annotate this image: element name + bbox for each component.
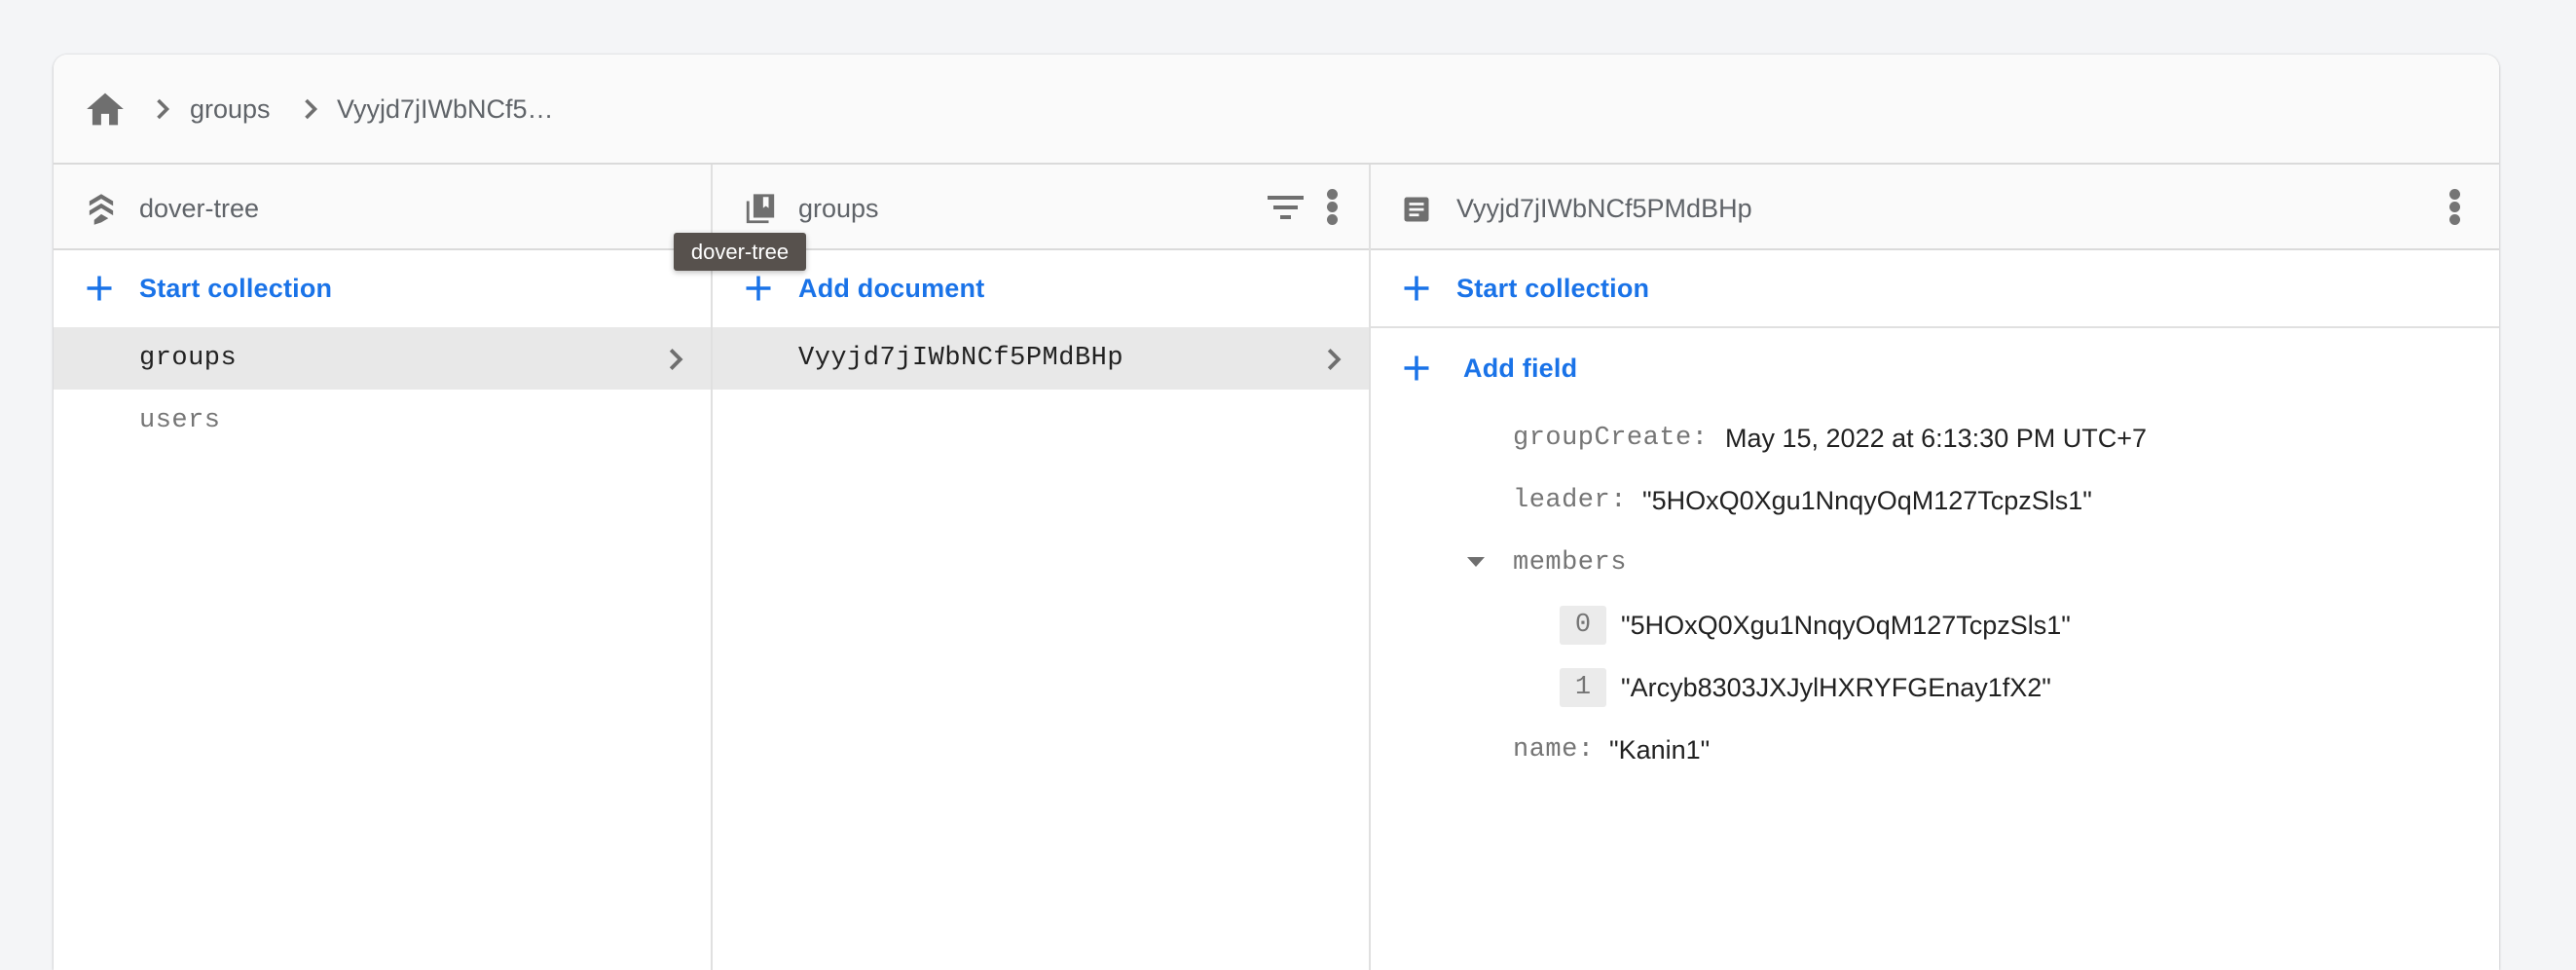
field-name[interactable]: name: "Kanin1" — [1371, 719, 2499, 781]
document-column: Vyyjd7jIWbNCf5PMdBHp Start collection Ad… — [1371, 165, 2499, 970]
collection-item-groups[interactable]: groups — [54, 327, 711, 390]
home-icon[interactable] — [86, 92, 125, 127]
collection-item-users[interactable]: users — [54, 390, 711, 452]
chevron-right-icon — [669, 349, 683, 370]
tooltip: dover-tree — [674, 233, 806, 271]
breadcrumb-item-groups[interactable]: groups — [190, 90, 271, 129]
start-subcollection-button[interactable]: Start collection — [1371, 250, 2499, 328]
field-key: name: — [1513, 735, 1595, 765]
plus-icon — [1404, 355, 1429, 381]
chevron-right-icon — [1327, 349, 1342, 370]
plus-icon — [1404, 276, 1429, 301]
field-value: May 15, 2022 at 6:13:30 PM UTC+7 — [1725, 424, 2147, 453]
add-document-button[interactable]: Add document — [713, 250, 1369, 328]
document-icon — [1404, 197, 1429, 222]
collection-column-title: groups — [798, 194, 879, 223]
collapse-triangle-icon[interactable] — [1466, 555, 1486, 569]
start-collection-button[interactable]: Start collection — [54, 250, 711, 328]
chevron-right-icon — [157, 98, 170, 120]
firestore-data-panel: groups Vyyjd7jIWbNCf5… dover-tree Start … — [54, 55, 2499, 970]
divider — [1371, 326, 2499, 328]
collection-column: groups Add document Vyyjd7jIWbNCf5PMdBHp — [713, 165, 1371, 970]
field-key: members — [1513, 548, 1627, 578]
field-value: "5HOxQ0Xgu1NnqyOqM127TcpzSls1" — [1642, 486, 2092, 515]
array-item-0[interactable]: 0 "5HOxQ0Xgu1NnqyOqM127TcpzSls1" — [1371, 594, 2499, 656]
collection-more-options-icon[interactable] — [1324, 187, 1340, 228]
collection-column-header: groups — [713, 165, 1369, 250]
collection-item-label: groups — [139, 344, 238, 373]
add-field-label: Add field — [1463, 354, 1578, 383]
document-column-header: Vyyjd7jIWbNCf5PMdBHp — [1371, 165, 2499, 250]
breadcrumb-item-document[interactable]: Vyyjd7jIWbNCf5… — [337, 90, 554, 129]
field-members[interactable]: members — [1371, 532, 2499, 594]
collection-item-label: users — [139, 406, 221, 435]
start-collection-label: Start collection — [1456, 274, 1650, 303]
firestore-database-icon — [89, 194, 114, 225]
start-collection-label: Start collection — [139, 274, 333, 303]
root-column-header: dover-tree — [54, 165, 711, 250]
filter-icon[interactable] — [1267, 193, 1306, 222]
array-index-badge: 0 — [1560, 606, 1606, 645]
root-column: dover-tree Start collection groups users — [54, 165, 713, 970]
add-field-button[interactable]: Add field — [1371, 330, 2499, 408]
document-item-label: Vyyjd7jIWbNCf5PMdBHp — [798, 344, 1124, 373]
add-document-label: Add document — [798, 274, 985, 303]
plus-icon — [87, 276, 112, 301]
field-key: groupCreate: — [1513, 424, 1709, 453]
array-index-badge: 1 — [1560, 668, 1606, 707]
field-groupCreate[interactable]: groupCreate: May 15, 2022 at 6:13:30 PM … — [1371, 407, 2499, 469]
chevron-right-icon — [305, 98, 318, 120]
array-item-value: "5HOxQ0Xgu1NnqyOqM127TcpzSls1" — [1621, 611, 2071, 640]
plus-icon — [746, 276, 771, 301]
collection-icon — [746, 194, 775, 224]
document-column-title: Vyyjd7jIWbNCf5PMdBHp — [1456, 194, 1752, 223]
array-item-value: "Arcyb8303JXJylHXRYFGEnay1fX2" — [1621, 673, 2051, 702]
field-value: "Kanin1" — [1609, 735, 1711, 765]
document-item[interactable]: Vyyjd7jIWbNCf5PMdBHp — [713, 327, 1369, 390]
root-column-title: dover-tree — [139, 194, 260, 223]
breadcrumb: groups Vyyjd7jIWbNCf5… — [54, 55, 2499, 165]
field-leader[interactable]: leader: "5HOxQ0Xgu1NnqyOqM127TcpzSls1" — [1371, 469, 2499, 532]
field-key: leader: — [1513, 486, 1627, 515]
array-item-1[interactable]: 1 "Arcyb8303JXJylHXRYFGEnay1fX2" — [1371, 656, 2499, 719]
document-more-options-icon[interactable] — [2447, 187, 2462, 228]
